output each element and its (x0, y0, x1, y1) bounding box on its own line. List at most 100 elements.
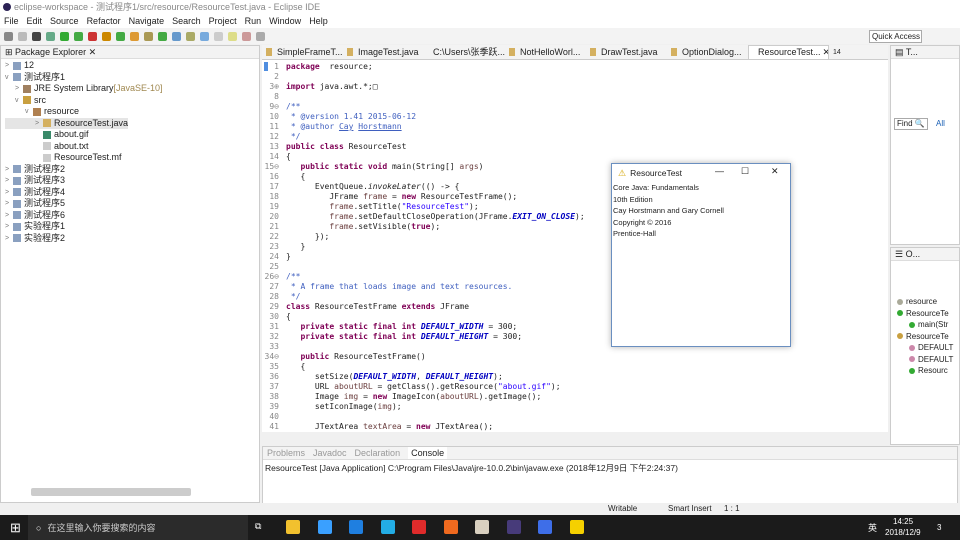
notification-count[interactable]: 3 (937, 523, 941, 532)
all-filter-link[interactable]: All (936, 119, 945, 128)
tree-item[interactable]: > 测试程序3 (5, 175, 65, 187)
expand-toggle-icon[interactable]: > (5, 210, 13, 222)
console-tab-problems[interactable]: Problems (267, 447, 305, 459)
editor-tab[interactable]: ImageTest.java (343, 45, 424, 59)
toolbar-button-icon[interactable] (214, 31, 223, 41)
expand-toggle-icon[interactable]: v (25, 106, 33, 118)
outline-item[interactable]: main(Str (897, 319, 953, 331)
editor-tab[interactable]: NotHelloWorl... (505, 45, 586, 59)
toolbar-button-icon[interactable] (130, 31, 139, 41)
toolbar-button-icon[interactable] (256, 31, 265, 41)
clock-date[interactable]: 2018/12/9 (885, 528, 921, 537)
outline-item[interactable]: ResourceTe (897, 308, 953, 320)
browser-q-icon[interactable] (317, 520, 332, 534)
tree-item[interactable]: v 测试程序1 (5, 72, 65, 84)
outline-item[interactable]: ResourceTe (897, 331, 953, 343)
ime-indicator[interactable]: 英 (868, 521, 877, 534)
toolbar-button-icon[interactable] (60, 31, 69, 41)
tree-item[interactable]: > 测试程序2 (5, 164, 65, 176)
editor-tab[interactable]: ResourceTest...✕ (748, 45, 829, 59)
console-tab-declaration[interactable]: Declaration (355, 447, 401, 459)
file-explorer-icon[interactable] (286, 520, 300, 534)
toolbar-button-icon[interactable] (74, 31, 83, 41)
expand-toggle-icon[interactable]: > (15, 83, 23, 95)
menu-refactor[interactable]: Refactor (87, 14, 121, 28)
quick-access-input[interactable]: Quick Access (869, 30, 922, 43)
tree-item[interactable]: about.txt (5, 141, 89, 153)
toolbar-button-icon[interactable] (172, 31, 181, 41)
java-warning-icon[interactable] (569, 520, 584, 534)
expand-toggle-icon[interactable]: > (5, 221, 13, 233)
task-view-icon[interactable]: ⧉ (255, 521, 261, 532)
code-editor[interactable]: 1 package resource; 2 3⊕ import java.awt.*;□… (262, 60, 888, 432)
outline-item[interactable]: resource (897, 296, 953, 308)
tree-item[interactable]: > 测试程序6 (5, 210, 65, 222)
menu-file[interactable]: File (4, 14, 19, 28)
console-tab-javadoc[interactable]: Javadoc (313, 447, 347, 459)
expand-toggle-icon[interactable]: > (5, 198, 13, 210)
tree-item[interactable]: > 测试程序5 (5, 198, 65, 210)
wps-icon[interactable] (538, 520, 552, 534)
tree-item[interactable]: ResourceTest.mf (5, 152, 122, 164)
bilibili-icon[interactable] (380, 520, 395, 534)
close-button[interactable]: ✕ (771, 166, 779, 177)
outline-item[interactable]: DEFAULT (897, 342, 953, 354)
toolbar-button-icon[interactable] (102, 31, 111, 41)
tree-item[interactable]: v resource (5, 106, 79, 118)
menu-window[interactable]: Window (269, 14, 301, 28)
expand-toggle-icon[interactable]: > (5, 187, 13, 199)
start-button[interactable]: ⊞ (10, 520, 21, 536)
expand-toggle-icon[interactable]: v (5, 72, 13, 84)
toolbar-button-icon[interactable] (18, 31, 27, 41)
app-doc-icon[interactable] (475, 520, 489, 534)
edge-icon[interactable] (349, 520, 363, 534)
menu-help[interactable]: Help (309, 14, 328, 28)
editor-tab[interactable]: DrawTest.java (586, 45, 667, 59)
toolbar-button-icon[interactable] (88, 31, 97, 41)
tree-item[interactable]: v src (5, 95, 46, 107)
eclipse-icon[interactable] (506, 520, 521, 534)
editor-tab[interactable]: C:\Users\张季跃... (424, 45, 505, 59)
toolbar-button-icon[interactable] (186, 31, 195, 41)
toolbar-button-icon[interactable] (32, 31, 41, 41)
menu-search[interactable]: Search (172, 14, 201, 28)
tree-item[interactable]: >12 (5, 60, 34, 72)
toolbar-button-icon[interactable] (144, 31, 153, 41)
outline-item[interactable]: DEFAULT (897, 354, 953, 366)
menu-edit[interactable]: Edit (27, 14, 43, 28)
expand-toggle-icon[interactable]: > (5, 175, 13, 187)
editor-tab[interactable]: SimpleFrameT... (262, 45, 343, 59)
tree-item[interactable]: > 实验程序2 (5, 233, 65, 245)
netease-music-icon[interactable] (412, 520, 426, 534)
toolbar-button-icon[interactable] (158, 31, 167, 41)
expand-toggle-icon[interactable]: > (5, 164, 13, 176)
menu-project[interactable]: Project (209, 14, 237, 28)
toolbar-button-icon[interactable] (4, 31, 13, 41)
tree-item[interactable]: > 测试程序4 (5, 187, 65, 199)
clock-time[interactable]: 14:25 (893, 517, 913, 526)
search-box[interactable]: ○ 在这里输入你要搜索的内容 (28, 515, 248, 540)
expand-toggle-icon[interactable]: > (5, 60, 13, 72)
app-orange-icon[interactable] (443, 520, 458, 534)
menu-source[interactable]: Source (50, 14, 79, 28)
tree-item[interactable]: > JRE System Library [JavaSE-10] (5, 83, 163, 95)
text-area[interactable]: Core Java: Fundamentals 10th Edition Cay H… (612, 182, 790, 240)
tab-overflow-count[interactable]: 14 (829, 45, 841, 59)
minimize-button[interactable]: — (715, 166, 724, 176)
maximize-button[interactable]: ☐ (741, 166, 749, 177)
tree-item[interactable]: about.gif (5, 129, 89, 141)
toolbar-button-icon[interactable] (228, 31, 237, 41)
tree-item[interactable]: > ResourceTest.java (5, 117, 129, 130)
toolbar-button-icon[interactable] (116, 31, 125, 41)
toolbar-button-icon[interactable] (46, 31, 55, 41)
editor-tab[interactable]: OptionDialog... (667, 45, 748, 59)
horizontal-scrollbar[interactable] (31, 488, 191, 496)
toolbar-button-icon[interactable] (200, 31, 209, 41)
toolbar-button-icon[interactable] (242, 31, 251, 41)
outline-item[interactable]: Resourc (897, 365, 953, 377)
find-input[interactable]: Find 🔍 (894, 118, 928, 130)
tree-item[interactable]: > 实验程序1 (5, 221, 65, 233)
expand-toggle-icon[interactable]: > (5, 233, 13, 245)
expand-toggle-icon[interactable]: > (35, 118, 43, 130)
expand-toggle-icon[interactable]: v (15, 95, 23, 107)
